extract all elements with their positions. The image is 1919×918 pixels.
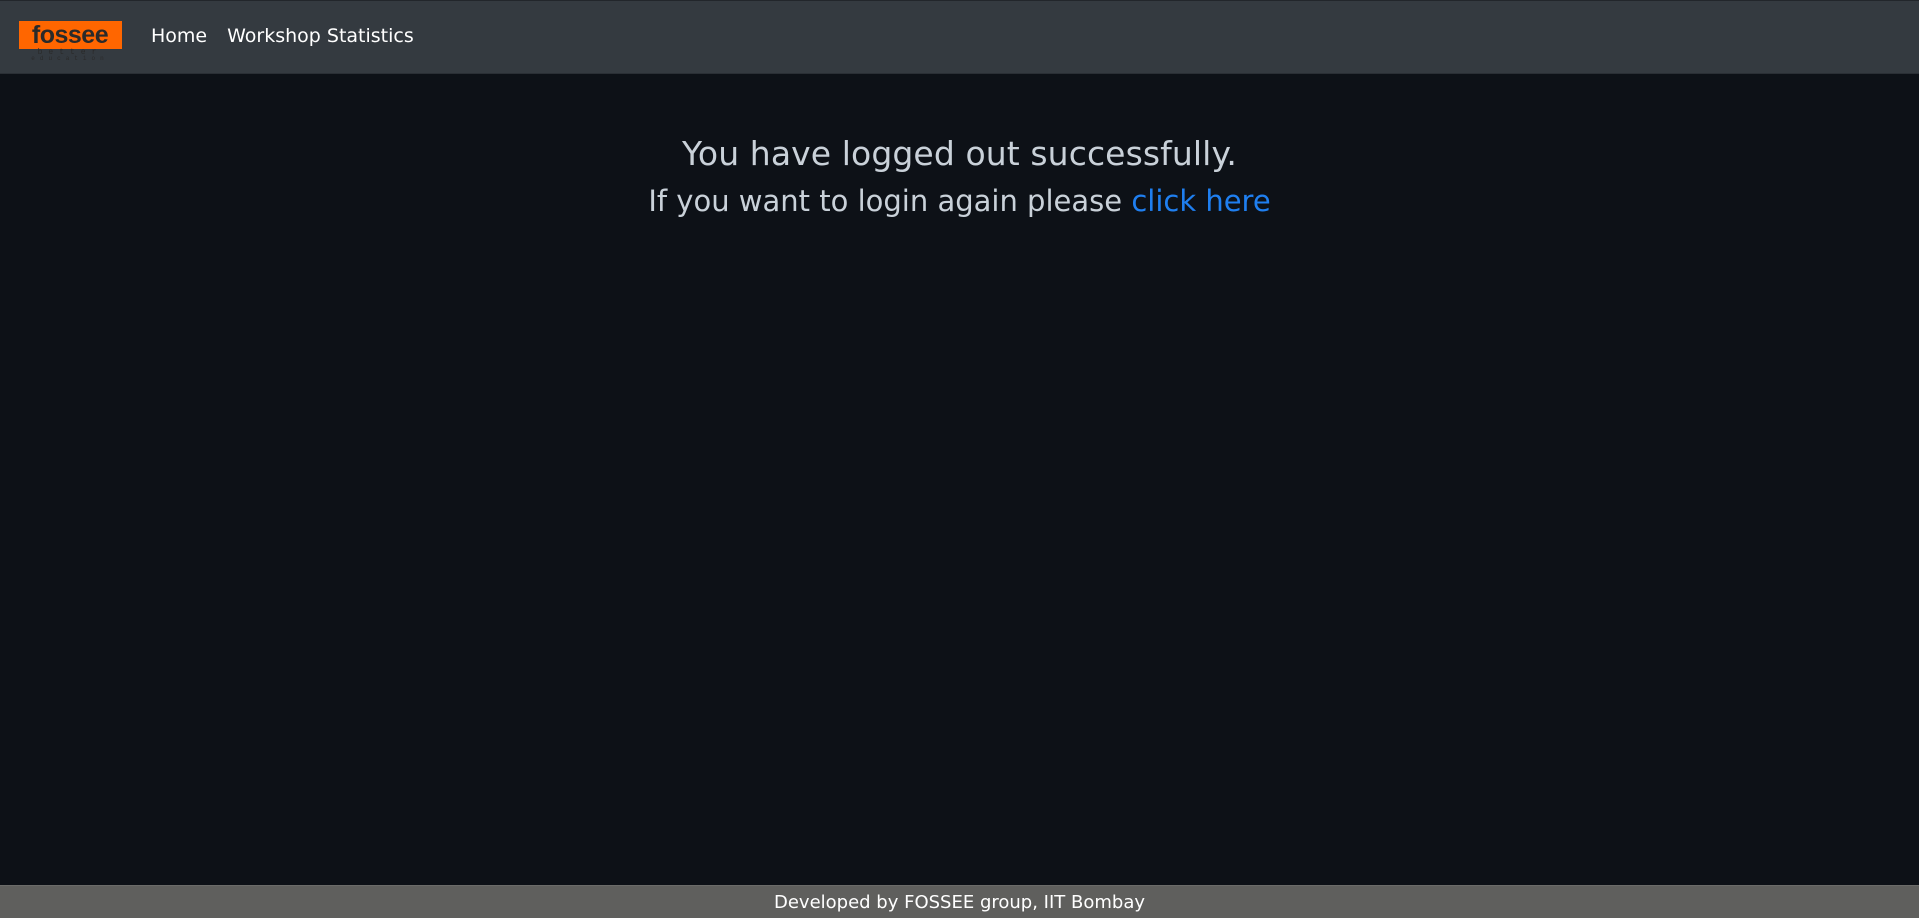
main-content: You have logged out successfully. If you…: [0, 74, 1919, 884]
logout-message-title: You have logged out successfully.: [682, 134, 1237, 173]
svg-text:education: education: [31, 55, 108, 60]
top-navbar: fossee better education Home Workshop St…: [0, 0, 1919, 74]
fossee-logo[interactable]: fossee better education: [19, 21, 122, 60]
footer-credit-text: Developed by FOSSEE group, IIT Bombay: [773, 891, 1146, 913]
login-again-message: If you want to login again please click …: [0, 184, 1919, 218]
login-again-text: If you want to login again please: [648, 184, 1132, 218]
nav-menu: Home Workshop Statistics: [151, 25, 414, 47]
nav-workshop-statistics-link[interactable]: Workshop Statistics: [227, 25, 414, 47]
page-footer: Developed by FOSSEE group, IIT Bombay: [0, 885, 1919, 918]
svg-text:fossee: fossee: [32, 21, 109, 49]
login-click-here-link[interactable]: click here: [1131, 184, 1270, 218]
nav-home-link[interactable]: Home: [151, 25, 207, 47]
